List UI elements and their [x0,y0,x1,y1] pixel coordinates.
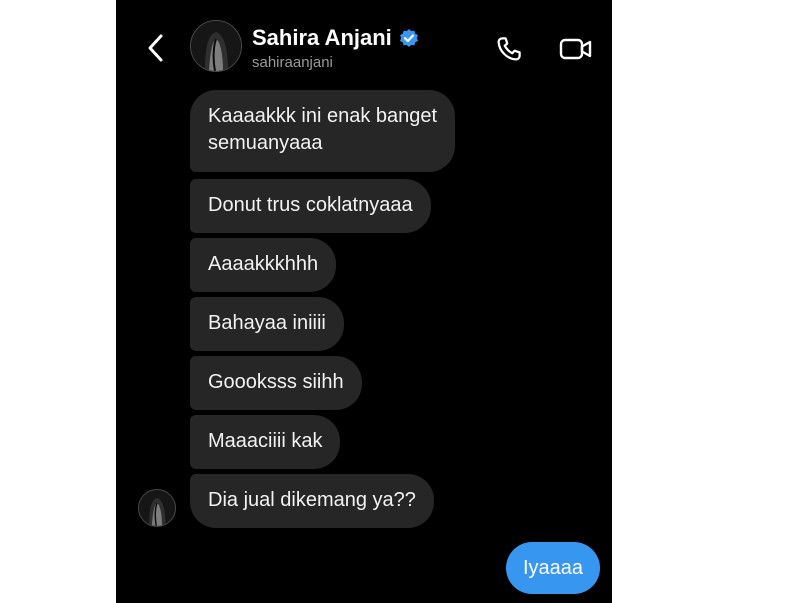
received-message[interactable]: Kaaaakkk ini enak banget semuanyaaa [190,90,456,172]
chat-screen: Sahira Anjani sahiraanjani Kaaaakkk ini … [116,0,612,603]
verified-badge-icon [399,29,418,47]
contact-name-row[interactable]: Sahira Anjani [252,24,419,52]
chevron-left-icon [148,34,163,62]
profile-photo [139,490,175,526]
received-message[interactable]: Dia jual dikemang ya?? [190,474,434,528]
audio-call-button[interactable] [494,34,524,64]
chat-header: Sahira Anjani sahiraanjani [116,0,612,84]
received-message[interactable]: Maaaciiii kak [190,415,341,469]
received-message[interactable]: Goooksss siihh [190,356,362,410]
contact-username: sahiraanjani [252,54,333,71]
video-call-button[interactable] [558,34,594,64]
back-button[interactable] [144,30,168,66]
contact-name: Sahira Anjani [252,25,392,50]
received-message[interactable]: Aaaakkkhhh [190,238,337,292]
received-message[interactable]: Bahayaa iniiii [190,297,344,351]
sender-avatar[interactable] [138,489,176,527]
phone-icon [497,37,521,61]
profile-photo [191,21,241,71]
avatar[interactable] [190,20,242,72]
sent-message[interactable]: Iyaaaa [505,542,600,594]
video-camera-icon [559,38,592,60]
received-message[interactable]: Donut trus coklatnyaaa [190,179,431,233]
